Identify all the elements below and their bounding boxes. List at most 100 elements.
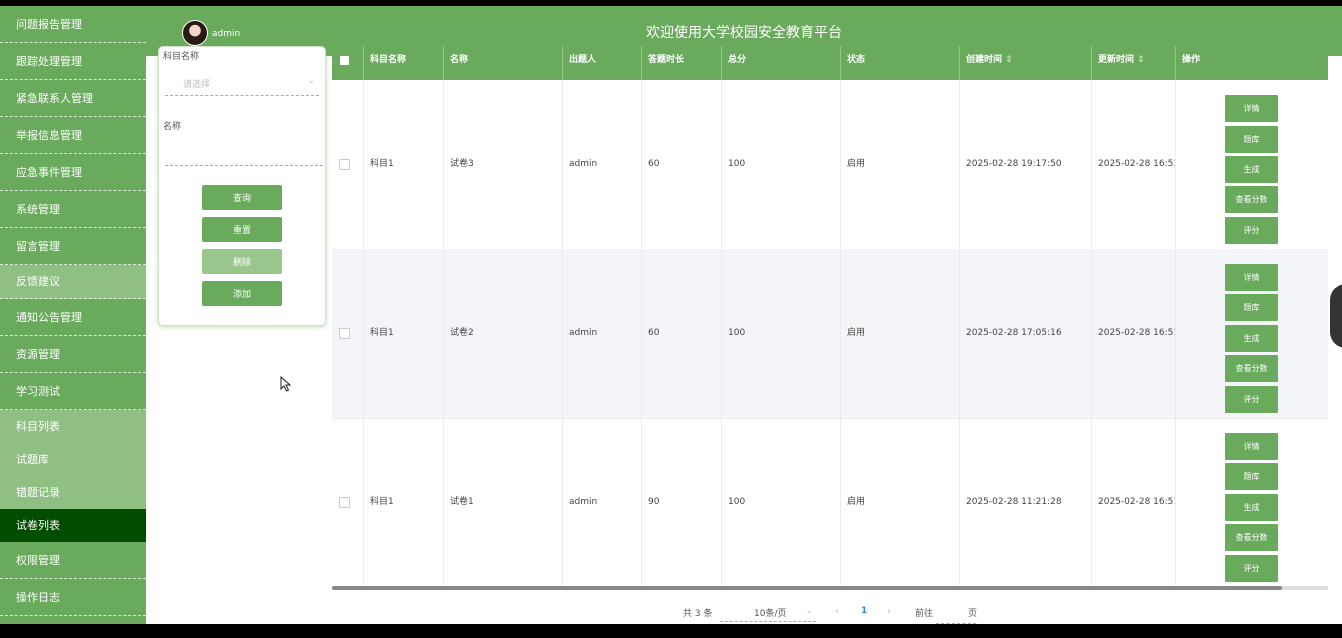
column-created[interactable]: 创建时间 ⇕ bbox=[960, 46, 1092, 80]
cell-updated: 2025-02-28 16:51: bbox=[1092, 418, 1176, 586]
app-frame: 问题报告管理 跟踪处理管理 紧急联系人管理 举报信息管理 应急事件管理 系统管理… bbox=[0, 6, 1342, 624]
sort-icon[interactable]: ⇕ bbox=[1005, 55, 1013, 65]
total-count: 共 3 条 bbox=[683, 609, 713, 619]
cell-name: 试卷1 bbox=[444, 418, 563, 586]
cell-score: 100 bbox=[722, 249, 841, 418]
sidebar: 问题报告管理 跟踪处理管理 紧急联系人管理 举报信息管理 应急事件管理 系统管理… bbox=[0, 6, 146, 624]
papers-table: 科目名称 名称 出题人 答题时长 总分 状态 创建时间 ⇕ 更新时间 ⇕ 操作 科目… bbox=[332, 46, 1328, 586]
subject-select-placeholder: 请选择 bbox=[183, 80, 211, 90]
grade-button[interactable]: 评分 bbox=[1225, 386, 1278, 413]
row-checkbox[interactable] bbox=[339, 328, 350, 339]
cell-author: admin bbox=[563, 80, 642, 249]
page-title: 欢迎使用大学校园安全教育平台 bbox=[646, 25, 842, 41]
question-bank-button[interactable]: 题库 bbox=[1225, 126, 1278, 153]
column-author: 出题人 bbox=[563, 46, 642, 80]
grade-button[interactable]: 评分 bbox=[1225, 555, 1278, 582]
cell-updated: 2025-02-28 16:51: bbox=[1092, 249, 1176, 418]
row-checkbox[interactable] bbox=[339, 497, 350, 508]
sort-icon[interactable]: ⇕ bbox=[1137, 55, 1145, 65]
column-created-label: 创建时间 bbox=[966, 55, 1003, 65]
sidebar-item-feedback[interactable]: 反馈建议 bbox=[0, 265, 146, 299]
subject-select[interactable]: 请选择 ⌄ bbox=[165, 69, 319, 96]
detail-button[interactable]: 详情 bbox=[1225, 433, 1278, 460]
query-button[interactable]: 查询 bbox=[202, 185, 282, 210]
row-checkbox-cell bbox=[332, 418, 364, 586]
view-scores-button[interactable]: 查看分数 bbox=[1225, 524, 1278, 551]
cell-name: 试卷3 bbox=[444, 80, 563, 249]
name-label: 名称 bbox=[163, 122, 182, 132]
chevron-down-icon: ⌄ bbox=[307, 76, 315, 86]
cell-subject: 科目1 bbox=[364, 249, 444, 418]
column-status: 状态 bbox=[841, 46, 960, 80]
cell-duration: 60 bbox=[642, 80, 722, 249]
cell-subject: 科目1 bbox=[364, 418, 444, 586]
name-input[interactable] bbox=[165, 139, 323, 166]
column-name: 名称 bbox=[444, 46, 563, 80]
horizontal-scrollbar[interactable] bbox=[332, 586, 1282, 590]
question-bank-button[interactable]: 题库 bbox=[1225, 294, 1278, 321]
page-suffix: 页 bbox=[968, 609, 978, 619]
cell-score: 100 bbox=[722, 80, 841, 249]
reset-button[interactable]: 重置 bbox=[202, 217, 282, 242]
sidebar-subitem-papers[interactable]: 试卷列表 bbox=[0, 509, 146, 542]
sidebar-item-learning-test[interactable]: 学习测试 bbox=[0, 373, 146, 410]
cell-subject: 科目1 bbox=[364, 80, 444, 249]
column-updated[interactable]: 更新时间 ⇕ bbox=[1092, 46, 1176, 80]
delete-button[interactable]: 删除 bbox=[202, 249, 282, 274]
view-scores-button[interactable]: 查看分数 bbox=[1225, 355, 1278, 382]
select-all-checkbox[interactable] bbox=[340, 56, 349, 65]
subject-label: 科目名称 bbox=[163, 52, 200, 62]
cell-updated: 2025-02-28 16:51: bbox=[1092, 80, 1176, 249]
floating-side-tab[interactable] bbox=[1330, 284, 1342, 348]
add-button[interactable]: 添加 bbox=[202, 281, 282, 306]
sidebar-item-permissions[interactable]: 权限管理 bbox=[0, 542, 146, 579]
sidebar-item-system[interactable]: 系统管理 bbox=[0, 191, 146, 228]
cell-created: 2025-02-28 11:21:28 bbox=[960, 418, 1092, 586]
sidebar-item-messages[interactable]: 留言管理 bbox=[0, 228, 146, 265]
cell-status: 启用 bbox=[841, 80, 960, 249]
cell-status: 启用 bbox=[841, 249, 960, 418]
header-checkbox-cell bbox=[332, 46, 364, 80]
page-size-select[interactable]: 10条/页 ⌄ bbox=[720, 603, 816, 622]
sidebar-item-resources[interactable]: 资源管理 bbox=[0, 336, 146, 373]
sidebar-item-operation-log[interactable]: 操作日志 bbox=[0, 579, 146, 616]
sidebar-item-reports[interactable]: 举报信息管理 bbox=[0, 117, 146, 154]
cell-status: 启用 bbox=[841, 418, 960, 586]
cell-author: admin bbox=[563, 249, 642, 418]
page-number[interactable]: 1 bbox=[861, 606, 867, 616]
goto-label: 前往 bbox=[915, 609, 934, 619]
column-updated-label: 更新时间 bbox=[1098, 55, 1135, 65]
cell-score: 100 bbox=[722, 418, 841, 586]
mouse-cursor-icon bbox=[280, 376, 292, 392]
sidebar-item-emergency-contacts[interactable]: 紧急联系人管理 bbox=[0, 80, 146, 117]
sidebar-item-tracking[interactable]: 跟踪处理管理 bbox=[0, 43, 146, 80]
prev-page-icon[interactable]: ‹ bbox=[835, 606, 839, 617]
column-score: 总分 bbox=[722, 46, 841, 80]
sidebar-item-emergency-events[interactable]: 应急事件管理 bbox=[0, 154, 146, 191]
sidebar-subitem-wrong-answers[interactable]: 错题记录 bbox=[0, 476, 146, 509]
cell-author: admin bbox=[563, 418, 642, 586]
sidebar-subitem-question-bank[interactable]: 试题库 bbox=[0, 443, 146, 476]
sidebar-item-problem-reports[interactable]: 问题报告管理 bbox=[0, 6, 146, 43]
cell-duration: 90 bbox=[642, 418, 722, 586]
question-bank-button[interactable]: 题库 bbox=[1225, 463, 1278, 490]
detail-button[interactable]: 详情 bbox=[1225, 264, 1278, 291]
cell-created: 2025-02-28 17:05:16 bbox=[960, 249, 1092, 418]
row-checkbox[interactable] bbox=[339, 159, 350, 170]
generate-button[interactable]: 生成 bbox=[1225, 494, 1278, 521]
grade-button[interactable]: 评分 bbox=[1225, 217, 1278, 244]
sidebar-subitem-subjects[interactable]: 科目列表 bbox=[0, 410, 146, 443]
generate-button[interactable]: 生成 bbox=[1225, 156, 1278, 183]
next-page-icon[interactable]: › bbox=[887, 606, 891, 617]
cell-duration: 60 bbox=[642, 249, 722, 418]
row-checkbox-cell bbox=[332, 80, 364, 249]
sidebar-item-notices[interactable]: 通知公告管理 bbox=[0, 299, 146, 336]
row-checkbox-cell bbox=[332, 249, 364, 418]
column-subject: 科目名称 bbox=[364, 46, 444, 80]
generate-button[interactable]: 生成 bbox=[1225, 325, 1278, 352]
view-scores-button[interactable]: 查看分数 bbox=[1225, 186, 1278, 213]
chevron-down-icon: ⌄ bbox=[805, 606, 813, 616]
detail-button[interactable]: 详情 bbox=[1225, 95, 1278, 122]
actions-column: 详情 题库 生成 查看分数 评分 详情 题库 生成 查看分数 评分 详情 题库 … bbox=[1176, 46, 1328, 586]
cell-created: 2025-02-28 19:17:50 bbox=[960, 80, 1092, 249]
